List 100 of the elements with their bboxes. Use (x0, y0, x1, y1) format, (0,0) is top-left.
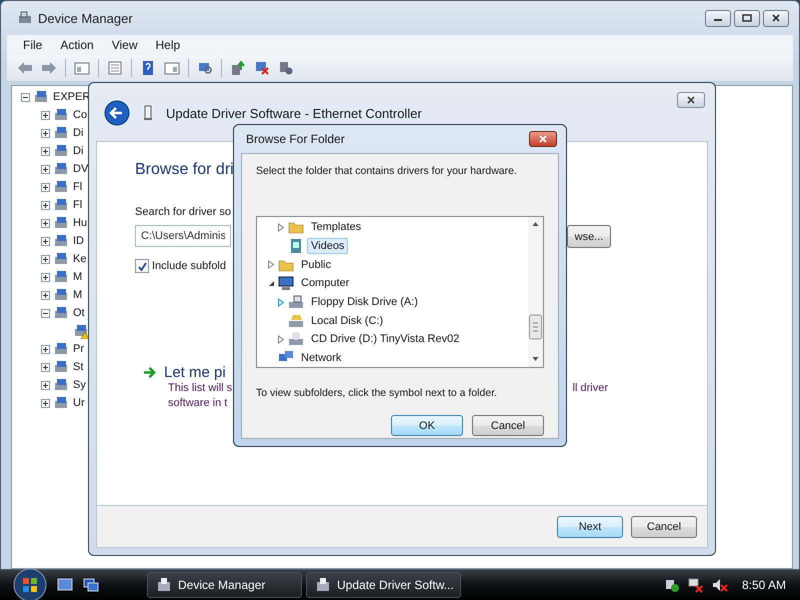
device-icon (54, 269, 70, 285)
page-heading: Browse for dri (135, 161, 234, 179)
expand-icon[interactable] (40, 344, 51, 354)
device-icon (54, 107, 70, 123)
option-description: ll driver (572, 381, 608, 396)
tree-item[interactable]: Fl (73, 199, 82, 211)
folder-item[interactable]: CD Drive (D:) TinyVista Rev02 (307, 331, 464, 348)
device-icon (54, 197, 70, 213)
close-button[interactable] (763, 10, 789, 26)
clock[interactable]: 8:50 AM (742, 578, 786, 592)
device-icon (54, 179, 70, 195)
maximize-icon (742, 14, 752, 22)
device-icon (54, 341, 70, 357)
taskbar-button[interactable]: Update Driver Softw... (306, 572, 461, 598)
start-button[interactable] (13, 568, 47, 600)
expand-icon[interactable] (40, 272, 51, 282)
device-icon (54, 395, 70, 411)
expand-icon[interactable] (40, 218, 51, 228)
tree-item[interactable]: Ot (73, 307, 85, 319)
disk-icon (288, 312, 304, 329)
folder-item[interactable]: Floppy Disk Drive (A:) (307, 294, 422, 310)
expand-icon[interactable] (40, 110, 51, 120)
tree-item[interactable]: Ke (73, 253, 86, 265)
instruction-text: Select the folder that contains drivers for your hardware. (256, 164, 518, 178)
window-title: Device Manager (38, 10, 133, 26)
close-icon (685, 96, 697, 104)
hint-text: To view subfolders, click the symbol next to a folder. (256, 387, 498, 399)
tree-item[interactable]: Ur (73, 397, 85, 409)
window-title: Update Driver Software - Ethernet Controller (166, 106, 422, 120)
tree-item[interactable]: Sy (73, 379, 86, 391)
tree-item[interactable]: Co (73, 109, 88, 121)
muted-speaker-icon[interactable] (712, 577, 728, 593)
menu-item[interactable]: File (15, 37, 50, 53)
expand-icon[interactable] (40, 182, 51, 192)
arrow-icon (143, 366, 156, 379)
folder-item[interactable]: Public (297, 256, 335, 273)
expand-icon[interactable] (40, 146, 51, 156)
maximize-button[interactable] (734, 10, 760, 26)
menu-item[interactable]: View (104, 37, 146, 53)
network-icon[interactable] (688, 577, 704, 593)
cancel-button[interactable]: Cancel (631, 516, 697, 538)
option-description: software in t (168, 396, 228, 411)
menu-item[interactable]: Action (52, 37, 102, 53)
device-icon (54, 215, 70, 231)
collapse-icon[interactable] (267, 278, 275, 288)
expand-icon[interactable] (40, 290, 51, 300)
expand-icon[interactable] (40, 254, 51, 264)
checkbox-label: Include subfold (152, 260, 226, 272)
device-icon (54, 143, 70, 159)
option-link[interactable]: Let me pi (164, 364, 226, 381)
collapse-icon[interactable] (40, 308, 51, 318)
menu-item[interactable]: Help (148, 37, 188, 53)
window-switch-icon[interactable] (83, 578, 99, 592)
tree-item[interactable]: M (73, 289, 82, 301)
device-icon (34, 89, 50, 105)
expand-icon[interactable] (40, 380, 51, 390)
expand-icon[interactable] (40, 164, 51, 174)
tree-item[interactable]: Fl (73, 181, 82, 193)
cancel-button[interactable]: Cancel (472, 415, 544, 436)
back-button[interactable] (104, 100, 130, 126)
expand-icon[interactable] (40, 398, 51, 408)
tree-item[interactable]: ID (73, 235, 84, 247)
taskbar-button[interactable]: Device Manager (147, 572, 302, 598)
close-icon (538, 135, 548, 143)
program-icon (315, 577, 331, 593)
computer-icon (17, 10, 33, 26)
tree-item[interactable]: Di (73, 127, 84, 139)
video-folder-icon (288, 238, 304, 254)
device-icon (54, 287, 70, 303)
expand-icon[interactable] (40, 362, 51, 372)
tree-item[interactable]: Pr (73, 343, 84, 355)
option-description: This list will s (168, 381, 232, 396)
folder-item[interactable]: Network (297, 350, 346, 366)
device-icon (54, 305, 70, 321)
folder-item[interactable]: Videos (307, 238, 348, 254)
collapse-icon[interactable] (20, 92, 31, 102)
tree-item[interactable]: DV (73, 163, 88, 175)
program-icon (156, 577, 172, 593)
tree-item[interactable]: Di (73, 145, 84, 157)
device-icon (54, 359, 70, 375)
desktop-icon[interactable] (57, 578, 73, 592)
tree-item[interactable]: M (73, 271, 82, 283)
folder-item[interactable]: Computer (297, 275, 354, 292)
folder-item[interactable]: Local Disk (C:) (307, 312, 388, 329)
scrollbar[interactable] (528, 217, 543, 367)
checkbox[interactable] (135, 259, 149, 273)
ok-button[interactable]: OK (391, 415, 463, 436)
tree-item[interactable]: St (73, 361, 84, 373)
minimize-button[interactable] (705, 10, 731, 26)
folder-item[interactable]: Templates (307, 219, 366, 236)
next-button[interactable]: Next (557, 516, 623, 538)
expand-icon[interactable] (40, 200, 51, 210)
browse-button[interactable]: wse... (567, 225, 611, 248)
close-button[interactable] (529, 131, 557, 147)
expand-icon[interactable] (40, 128, 51, 138)
close-button[interactable] (677, 92, 705, 108)
tree-item[interactable]: Hu (73, 217, 88, 229)
device-icon (54, 125, 70, 141)
device-icon (54, 233, 70, 249)
expand-icon[interactable] (40, 236, 51, 246)
